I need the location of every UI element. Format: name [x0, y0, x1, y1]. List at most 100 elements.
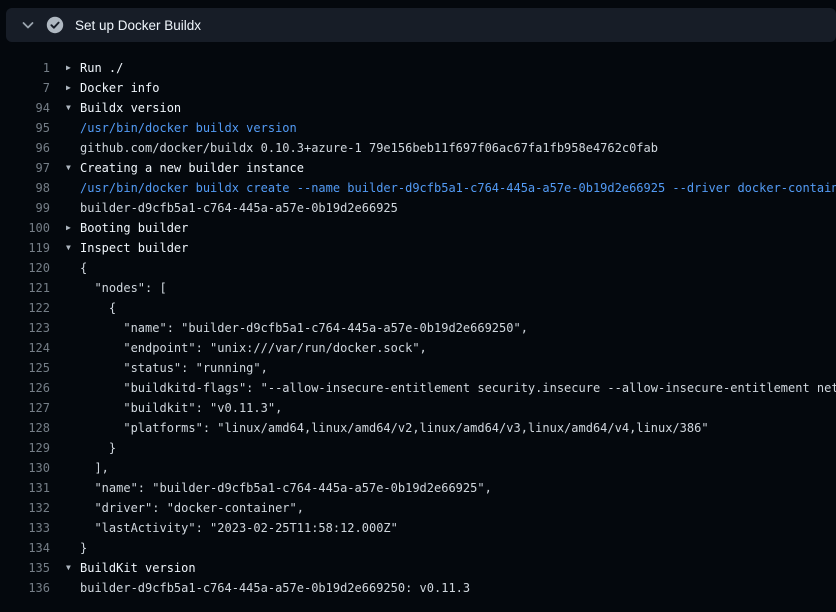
line-number[interactable]: 119 [0, 238, 50, 258]
log-lines: 1▶Run ./7▶Docker info94▼Buildx version95… [0, 58, 836, 598]
output-text: } [80, 438, 836, 458]
chevron-down-icon[interactable] [20, 17, 36, 33]
output-text: builder-d9cfb5a1-c764-445a-a57e-0b19d2e6… [80, 198, 836, 218]
gutter-spacer [50, 398, 80, 418]
line-number[interactable]: 134 [0, 538, 50, 558]
line-number[interactable]: 133 [0, 518, 50, 538]
log-line: 129 } [0, 438, 836, 458]
line-number[interactable]: 123 [0, 318, 50, 338]
line-number[interactable]: 129 [0, 438, 50, 458]
log-group-line[interactable]: 97▼Creating a new builder instance [0, 158, 836, 178]
log-line: 121 "nodes": [ [0, 278, 836, 298]
triangle-right-icon[interactable]: ▶ [50, 58, 80, 78]
output-text: "driver": "docker-container", [80, 498, 836, 518]
gutter-spacer [50, 378, 80, 398]
line-number[interactable]: 135 [0, 558, 50, 578]
line-number[interactable]: 131 [0, 478, 50, 498]
line-number[interactable]: 127 [0, 398, 50, 418]
line-number[interactable]: 130 [0, 458, 50, 478]
output-text: } [80, 538, 836, 558]
group-title[interactable]: Docker info [80, 78, 836, 98]
group-title[interactable]: Booting builder [80, 218, 836, 238]
gutter-spacer [50, 578, 80, 598]
log-line: 99 builder-d9cfb5a1-c764-445a-a57e-0b19d2… [0, 198, 836, 218]
group-title[interactable]: Run ./ [80, 58, 836, 78]
log-line: 132 "driver": "docker-container", [0, 498, 836, 518]
line-number[interactable]: 100 [0, 218, 50, 238]
line-number[interactable]: 136 [0, 578, 50, 598]
log-line: 127 "buildkit": "v0.11.3", [0, 398, 836, 418]
triangle-down-icon[interactable]: ▼ [50, 158, 80, 178]
line-number[interactable]: 96 [0, 138, 50, 158]
triangle-right-icon[interactable]: ▶ [50, 78, 80, 98]
line-number[interactable]: 94 [0, 98, 50, 118]
log-group-line[interactable]: 7▶Docker info [0, 78, 836, 98]
line-number[interactable]: 125 [0, 358, 50, 378]
line-number[interactable]: 121 [0, 278, 50, 298]
gutter-spacer [50, 338, 80, 358]
line-number[interactable]: 126 [0, 378, 50, 398]
output-text: { [80, 298, 836, 318]
triangle-down-icon[interactable]: ▼ [50, 98, 80, 118]
log-line: 130 ], [0, 458, 836, 478]
log-line: 131 "name": "builder-d9cfb5a1-c764-445a-… [0, 478, 836, 498]
output-text: "name": "builder-d9cfb5a1-c764-445a-a57e… [80, 478, 836, 498]
gutter-spacer [50, 178, 80, 198]
step-title: Set up Docker Buildx [75, 18, 201, 33]
output-text: "endpoint": "unix:///var/run/docker.sock… [80, 338, 836, 358]
log-group-line[interactable]: 100▶Booting builder [0, 218, 836, 238]
gutter-spacer [50, 298, 80, 318]
log-line: 120{ [0, 258, 836, 278]
output-text: "lastActivity": "2023-02-25T11:58:12.000… [80, 518, 836, 538]
log-group-line[interactable]: 119▼Inspect builder [0, 238, 836, 258]
actions-log-viewer: { "header": { "title": "Set up Docker Bu… [0, 8, 836, 612]
group-title[interactable]: Buildx version [80, 98, 836, 118]
group-title[interactable]: BuildKit version [80, 558, 836, 578]
output-text: ], [80, 458, 836, 478]
log-group-line[interactable]: 94▼Buildx version [0, 98, 836, 118]
line-number[interactable]: 97 [0, 158, 50, 178]
command-text: /usr/bin/docker buildx create --name bui… [80, 178, 836, 198]
triangle-down-icon[interactable]: ▼ [50, 558, 80, 578]
log-line: 125 "status": "running", [0, 358, 836, 378]
line-number[interactable]: 132 [0, 498, 50, 518]
gutter-spacer [50, 198, 80, 218]
line-number[interactable]: 128 [0, 418, 50, 438]
output-text: "status": "running", [80, 358, 836, 378]
gutter-spacer [50, 278, 80, 298]
log-line: 95/usr/bin/docker buildx version [0, 118, 836, 138]
group-title[interactable]: Inspect builder [80, 238, 836, 258]
line-number[interactable]: 98 [0, 178, 50, 198]
triangle-right-icon[interactable]: ▶ [50, 218, 80, 238]
step-header-set-up-docker-buildx[interactable]: Set up Docker Buildx [6, 8, 836, 42]
triangle-down-icon[interactable]: ▼ [50, 238, 80, 258]
line-number[interactable]: 120 [0, 258, 50, 278]
gutter-spacer [50, 538, 80, 558]
log-group-line[interactable]: 135▼BuildKit version [0, 558, 836, 578]
group-title[interactable]: Creating a new builder instance [80, 158, 836, 178]
gutter-spacer [50, 258, 80, 278]
command-text: /usr/bin/docker buildx version [80, 118, 836, 138]
log-line: 128 "platforms": "linux/amd64,linux/amd6… [0, 418, 836, 438]
gutter-spacer [50, 458, 80, 478]
output-text: "buildkit": "v0.11.3", [80, 398, 836, 418]
log-line: 133 "lastActivity": "2023-02-25T11:58:12… [0, 518, 836, 538]
gutter-spacer [50, 118, 80, 138]
line-number[interactable]: 1 [0, 58, 50, 78]
gutter-spacer [50, 498, 80, 518]
log-line: 134} [0, 538, 836, 558]
line-number[interactable]: 99 [0, 198, 50, 218]
log-line: 96github.com/docker/buildx 0.10.3+azure-… [0, 138, 836, 158]
log-line: 123 "name": "builder-d9cfb5a1-c764-445a-… [0, 318, 836, 338]
line-number[interactable]: 124 [0, 338, 50, 358]
output-text: "nodes": [ [80, 278, 836, 298]
log-group-line[interactable]: 1▶Run ./ [0, 58, 836, 78]
gutter-spacer [50, 518, 80, 538]
line-number[interactable]: 95 [0, 118, 50, 138]
gutter-spacer [50, 358, 80, 378]
output-text: "platforms": "linux/amd64,linux/amd64/v2… [80, 418, 836, 438]
check-circle-icon [46, 16, 64, 34]
line-number[interactable]: 122 [0, 298, 50, 318]
line-number[interactable]: 7 [0, 78, 50, 98]
log-line: 122 { [0, 298, 836, 318]
